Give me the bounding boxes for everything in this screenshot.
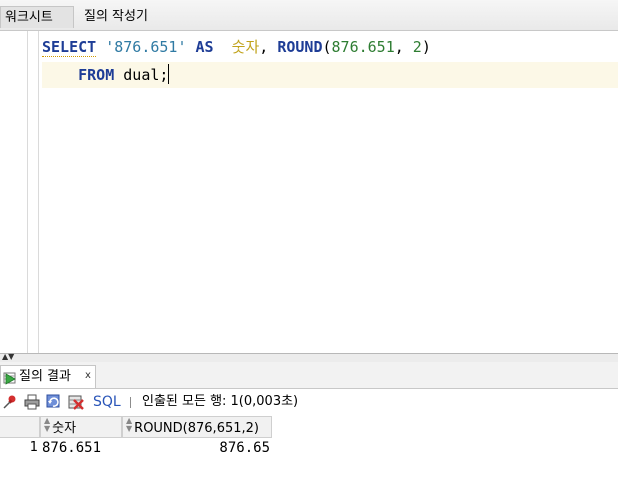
close-paren: ) bbox=[421, 38, 431, 56]
tab-query-builder[interactable]: 질의 작성기 bbox=[80, 6, 152, 28]
table-name: dual; bbox=[123, 66, 169, 84]
comma: , bbox=[394, 38, 404, 56]
column-header-label: 숫자 bbox=[52, 421, 77, 436]
result-grid: ▲ ▼ 숫자 ▲ ▼ ROUND(876,651,2) 1 876.651 876.65 bbox=[0, 416, 618, 488]
as-keyword: AS bbox=[195, 38, 214, 56]
gutter-divider bbox=[27, 31, 28, 353]
open-paren: ( bbox=[322, 38, 332, 56]
tab-query-result[interactable]: 질의 결과 x bbox=[0, 365, 96, 388]
column-header-label: ROUND(876,651,2) bbox=[134, 421, 259, 436]
round-argument-value: 876.651 bbox=[331, 38, 395, 56]
sort-arrows-icon: ▲ ▼ bbox=[126, 416, 133, 433]
round-function: ROUND bbox=[277, 38, 323, 56]
collapse-arrows-icon[interactable]: ▲▼ bbox=[2, 353, 14, 361]
select-keyword: SELECT bbox=[42, 38, 97, 57]
table-cell[interactable]: 876.651 bbox=[42, 438, 120, 458]
result-tabbar: 질의 결과 x bbox=[0, 362, 618, 389]
worksheet-tabbar: 워크시트 질의 작성기 bbox=[0, 0, 618, 31]
pin-icon[interactable] bbox=[2, 394, 18, 410]
column-header-round[interactable]: ▲ ▼ ROUND(876,651,2) bbox=[122, 416, 272, 438]
code-line-2-current[interactable]: FROM dual; bbox=[42, 62, 618, 88]
tab-worksheet[interactable]: 워크시트 bbox=[0, 6, 74, 28]
close-icon[interactable]: x bbox=[85, 366, 91, 386]
round-argument-digits: 2 bbox=[412, 38, 422, 56]
result-tab-label: 질의 결과 bbox=[19, 369, 71, 384]
from-keyword: FROM bbox=[78, 66, 115, 84]
row-number-header bbox=[0, 416, 40, 438]
delete-icon[interactable] bbox=[68, 394, 84, 410]
print-icon[interactable] bbox=[24, 394, 40, 410]
refresh-icon[interactable] bbox=[46, 394, 62, 410]
toolbar-separator bbox=[130, 397, 131, 408]
sql-editor[interactable]: SELECT '876.651' AS 숫자, ROUND(876.651, 2… bbox=[0, 31, 618, 353]
column-alias: 숫자 bbox=[231, 38, 260, 56]
comma: , bbox=[259, 38, 269, 56]
result-toolbar: SQL 인출된 모든 행: 1(0,003초) bbox=[0, 389, 618, 415]
play-results-icon bbox=[3, 372, 16, 385]
table-cell[interactable]: 876.65 bbox=[124, 438, 270, 458]
sort-arrows-icon: ▲ ▼ bbox=[44, 416, 51, 433]
column-header-alias[interactable]: ▲ ▼ 숫자 bbox=[40, 416, 122, 438]
fold-gutter-divider bbox=[38, 31, 39, 353]
panel-splitter[interactable]: ▲▼ bbox=[0, 353, 618, 362]
sql-link[interactable]: SQL bbox=[93, 389, 121, 415]
code-line-1[interactable]: SELECT '876.651' AS 숫자, ROUND(876.651, 2… bbox=[42, 34, 431, 60]
string-literal: '876.651' bbox=[105, 38, 187, 56]
row-number: 1 bbox=[29, 440, 38, 455]
fetch-status: 인출된 모든 행: 1(0,003초) bbox=[142, 394, 299, 409]
text-caret bbox=[168, 64, 170, 84]
